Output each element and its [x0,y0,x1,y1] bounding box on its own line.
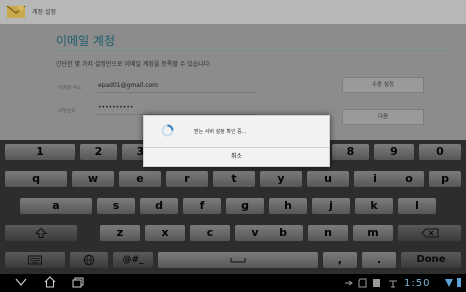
home-icon[interactable] [44,276,56,288]
key-g[interactable]: g [226,198,264,214]
email-label: 이메일 주소 [58,86,82,91]
key-r[interactable]: r [166,171,208,187]
system-bar [0,274,466,292]
sd-card-icon [358,278,367,288]
key-u[interactable]: u [307,171,349,187]
email-app-icon [6,5,26,18]
app-title: 계정 설정 [32,9,56,16]
comma-key[interactable]: , [323,252,357,268]
space-key[interactable] [158,252,318,268]
key-d[interactable]: d [140,198,178,214]
email-field[interactable]: epad01@gmail.com [98,82,158,89]
key-p[interactable]: p [429,171,461,187]
page-heading: 이메일 계정 [56,34,116,48]
key-9[interactable]: 9 [374,144,414,160]
signal-icon [445,279,453,287]
key-q[interactable]: q [5,171,67,187]
key-b[interactable]: b [263,225,303,241]
key-a[interactable]: a [20,198,92,214]
wifi-icon [389,280,397,288]
key-x[interactable]: x [145,225,185,241]
key-i[interactable]: i [354,171,396,187]
screen: 계정 설정 이메일 계정 간단한 몇 가지 설정만으로 이메일 계정을 등록할 … [0,0,466,292]
key-2[interactable]: 2 [80,144,117,160]
password-field[interactable]: •••••••••• [98,104,133,111]
key-8[interactable]: 8 [332,144,369,160]
language-key[interactable] [70,252,108,268]
key-o[interactable]: o [394,171,424,187]
key-c[interactable]: c [190,225,230,241]
key-t[interactable]: t [213,171,255,187]
key-f[interactable]: f [183,198,221,214]
keyboard-icon [28,255,42,265]
recent-apps-icon[interactable] [72,277,84,288]
email-underline [96,92,256,93]
symbols-key[interactable]: @#_ [113,252,153,268]
cancel-button[interactable]: 취소 [144,148,329,166]
back-icon[interactable] [14,277,28,287]
setup-description: 간단한 몇 가지 설정만으로 이메일 계정을 등록할 수 있습니다. [56,61,212,68]
period-key[interactable]: . [362,252,396,268]
backspace-icon [420,228,438,238]
download-icon [373,279,380,287]
key-j[interactable]: j [312,198,350,214]
password-label: 비밀번호 [58,109,76,114]
key-y[interactable]: y [260,171,302,187]
usb-icon [345,280,353,286]
key-e[interactable]: e [119,171,161,187]
heading-divider [54,50,450,51]
battery-icon [457,278,461,287]
done-key[interactable]: Done [401,252,461,268]
key-w[interactable]: w [72,171,114,187]
key-l[interactable]: l [398,198,436,214]
manual-setup-button[interactable]: 수동 설정 [342,77,424,93]
dialog-message: 받는 서버 설정 확인 중... [194,129,247,135]
key-h[interactable]: h [269,198,307,214]
progress-dialog: 받는 서버 설정 확인 중... 취소 [143,115,330,167]
backspace-key[interactable] [398,225,461,241]
key-0[interactable]: 0 [419,144,461,160]
globe-icon [83,254,95,266]
title-bar: 계정 설정 [0,0,466,24]
space-icon [230,258,246,263]
key-n[interactable]: n [308,225,348,241]
key-k[interactable]: k [355,198,393,214]
key-m[interactable]: m [353,225,393,241]
key-1[interactable]: 1 [5,144,75,160]
clock: 1:50 [404,278,431,289]
next-button[interactable]: 다음 [342,109,424,125]
shift-key[interactable] [5,225,77,241]
key-s[interactable]: s [97,198,135,214]
loading-spinner-icon [161,124,174,137]
shift-icon [35,227,47,238]
keyboard-settings-key[interactable] [5,252,65,268]
key-z[interactable]: z [100,225,140,241]
